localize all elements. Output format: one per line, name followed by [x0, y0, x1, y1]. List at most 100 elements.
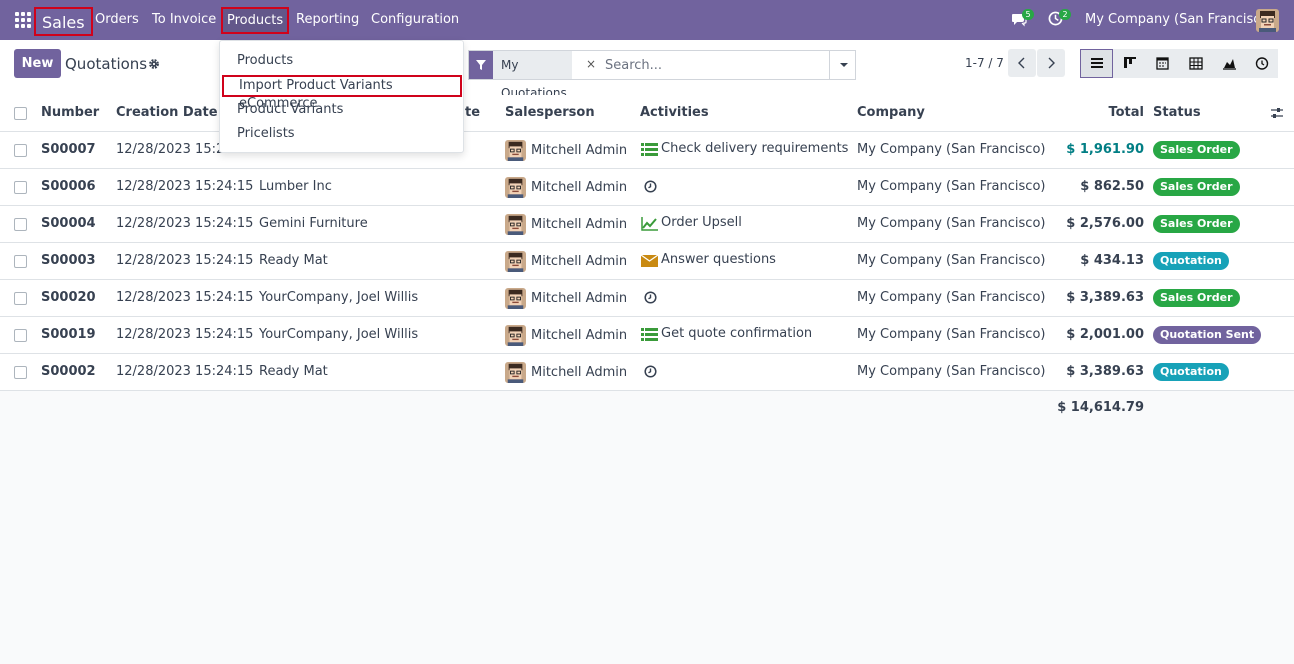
list-view-icon[interactable]	[1080, 49, 1113, 78]
cell-customer: YourCompany, Joel Willis	[259, 327, 419, 342]
activity-clock-icon[interactable]	[644, 291, 657, 304]
header-number[interactable]: Number	[41, 95, 99, 131]
page-title: Quotations	[65, 55, 148, 73]
cell-number: S00004	[41, 216, 96, 231]
activity-clock-icon[interactable]	[644, 180, 657, 193]
cell-activity[interactable]: Answer questions	[661, 242, 776, 278]
cell-creation-date: 12/28/2023 15:24:15	[116, 216, 254, 231]
cell-salesperson: Mitchell Admin	[531, 143, 628, 158]
salesperson-avatar	[505, 140, 526, 161]
kanban-view-icon[interactable]	[1113, 49, 1146, 78]
cell-activity[interactable]: Check delivery requirements	[661, 131, 848, 167]
salesperson-avatar	[505, 362, 526, 383]
pivot-view-icon[interactable]	[1179, 49, 1212, 78]
cell-total: $ 2,001.00	[1066, 327, 1144, 342]
row-checkbox[interactable]	[14, 181, 27, 194]
row-checkbox[interactable]	[14, 292, 27, 305]
search-input[interactable]	[605, 55, 825, 75]
header-creation-date[interactable]: Creation Date	[116, 95, 218, 131]
status-badge: Sales Order	[1153, 215, 1240, 233]
cell-creation-date: 12/28/2023 15:24:15	[116, 327, 254, 342]
pager-next-button[interactable]	[1037, 49, 1065, 77]
cell-activity[interactable]: Order Upsell	[661, 205, 742, 241]
activity-list-icon[interactable]	[641, 143, 658, 157]
cell-customer: Ready Mat	[259, 253, 328, 268]
table-row[interactable]: S00019 12/28/2023 15:24:15 YourCompany, Jo…	[0, 317, 1294, 354]
salesperson-avatar	[505, 214, 526, 235]
cell-salesperson: Mitchell Admin	[531, 254, 628, 269]
cell-salesperson: Mitchell Admin	[531, 365, 628, 380]
search-facet: My Quotations	[493, 51, 572, 100]
search-bar: My Quotations ×	[468, 50, 856, 100]
activity-clock-icon[interactable]: 2	[1048, 9, 1071, 30]
table-row[interactable]: S00002 12/28/2023 15:24:15 Ready Mat Mitche…	[0, 354, 1294, 391]
activity-list-icon[interactable]	[641, 328, 658, 342]
cell-total: $ 2,576.00	[1066, 216, 1144, 231]
grand-total: $ 14,614.79	[1057, 400, 1144, 415]
cell-total: $ 3,389.63	[1066, 364, 1144, 379]
table-row[interactable]: S00004 12/28/2023 15:24:15 Gemini Furnitur…	[0, 206, 1294, 243]
activity-trend-up-icon[interactable]	[641, 217, 658, 231]
cell-number: S00007	[41, 142, 96, 157]
menu-configuration[interactable]: Configuration	[371, 0, 459, 40]
cell-company: My Company (San Francisco)	[857, 142, 1046, 157]
cell-salesperson: Mitchell Admin	[531, 180, 628, 195]
row-checkbox[interactable]	[14, 255, 27, 268]
row-checkbox[interactable]	[14, 329, 27, 342]
table-row[interactable]: S00007 12/28/2023 15:24 Mitchell Admin Chec…	[0, 132, 1294, 169]
top-navbar: Sales Orders To Invoice Products Reporti…	[0, 0, 1294, 40]
header-total[interactable]: Total	[1044, 95, 1144, 131]
menu-products[interactable]: Products	[221, 7, 290, 34]
salesperson-avatar	[505, 251, 526, 272]
menu-to-invoice[interactable]: To Invoice	[152, 0, 216, 40]
table-header-row: Number Creation Date te Salesperson Acti…	[0, 95, 1294, 132]
header-status[interactable]: Status	[1153, 95, 1201, 131]
user-avatar[interactable]	[1256, 9, 1279, 32]
gear-icon[interactable]	[148, 58, 160, 70]
graph-view-icon[interactable]	[1212, 49, 1245, 78]
products-dropdown-menu: Products Import Product Variants eCommer…	[219, 40, 464, 153]
header-salesperson[interactable]: Salesperson	[505, 95, 595, 131]
filter-icon	[469, 51, 493, 79]
dropdown-item-import-product-variants[interactable]: Import Product Variants eCommerce	[222, 75, 462, 111]
new-button[interactable]: New	[14, 49, 61, 78]
table-row[interactable]: S00006 12/28/2023 15:24:15 Lumber Inc Mitch…	[0, 169, 1294, 206]
row-checkbox[interactable]	[14, 144, 27, 157]
activity-envelope-icon[interactable]	[640, 254, 659, 268]
cell-customer: Lumber Inc	[259, 179, 332, 194]
cell-creation-date: 12/28/2023 15:24:15	[116, 179, 254, 194]
cell-number: S00020	[41, 290, 96, 305]
header-company[interactable]: Company	[857, 95, 925, 131]
row-checkbox[interactable]	[14, 366, 27, 379]
pager-previous-button[interactable]	[1008, 49, 1036, 77]
dropdown-item-products[interactable]: Products	[237, 51, 293, 71]
pager-value[interactable]: 1-7 / 7	[965, 56, 1004, 70]
table-row[interactable]: S00003 12/28/2023 15:24:15 Ready Mat Mitche…	[0, 243, 1294, 280]
cell-activity[interactable]: Get quote confirmation	[661, 316, 812, 352]
calendar-view-icon[interactable]	[1146, 49, 1179, 78]
activities-count-badge: 2	[1059, 9, 1071, 20]
header-customer[interactable]: te	[465, 95, 480, 131]
apps-grid-icon[interactable]	[15, 12, 31, 28]
status-badge: Quotation	[1153, 363, 1229, 381]
dropdown-item-pricelists[interactable]: Pricelists	[237, 124, 295, 144]
row-checkbox[interactable]	[14, 218, 27, 231]
search-options-toggle[interactable]	[829, 51, 856, 79]
cell-company: My Company (San Francisco)	[857, 364, 1046, 379]
activity-view-icon[interactable]	[1245, 49, 1278, 78]
menu-orders[interactable]: Orders	[95, 0, 139, 40]
cell-creation-date: 12/28/2023 15:24:15	[116, 253, 254, 268]
app-brand-sales[interactable]: Sales	[34, 7, 93, 36]
cell-company: My Company (San Francisco)	[857, 290, 1046, 305]
table-row[interactable]: S00020 12/28/2023 15:24:15 YourCompany, Jo…	[0, 280, 1294, 317]
activity-clock-icon[interactable]	[644, 365, 657, 378]
select-all-checkbox[interactable]	[14, 107, 27, 120]
facet-remove-icon[interactable]: ×	[586, 51, 596, 77]
menu-reporting[interactable]: Reporting	[296, 0, 359, 40]
column-settings-icon[interactable]	[1270, 106, 1284, 120]
company-switcher[interactable]: My Company (San Francisco)	[1085, 0, 1273, 40]
header-activities[interactable]: Activities	[640, 95, 709, 131]
chat-icon[interactable]: 5	[1011, 9, 1034, 31]
cell-company: My Company (San Francisco)	[857, 253, 1046, 268]
dropdown-item-product-variants[interactable]: Product Variants	[237, 100, 343, 120]
